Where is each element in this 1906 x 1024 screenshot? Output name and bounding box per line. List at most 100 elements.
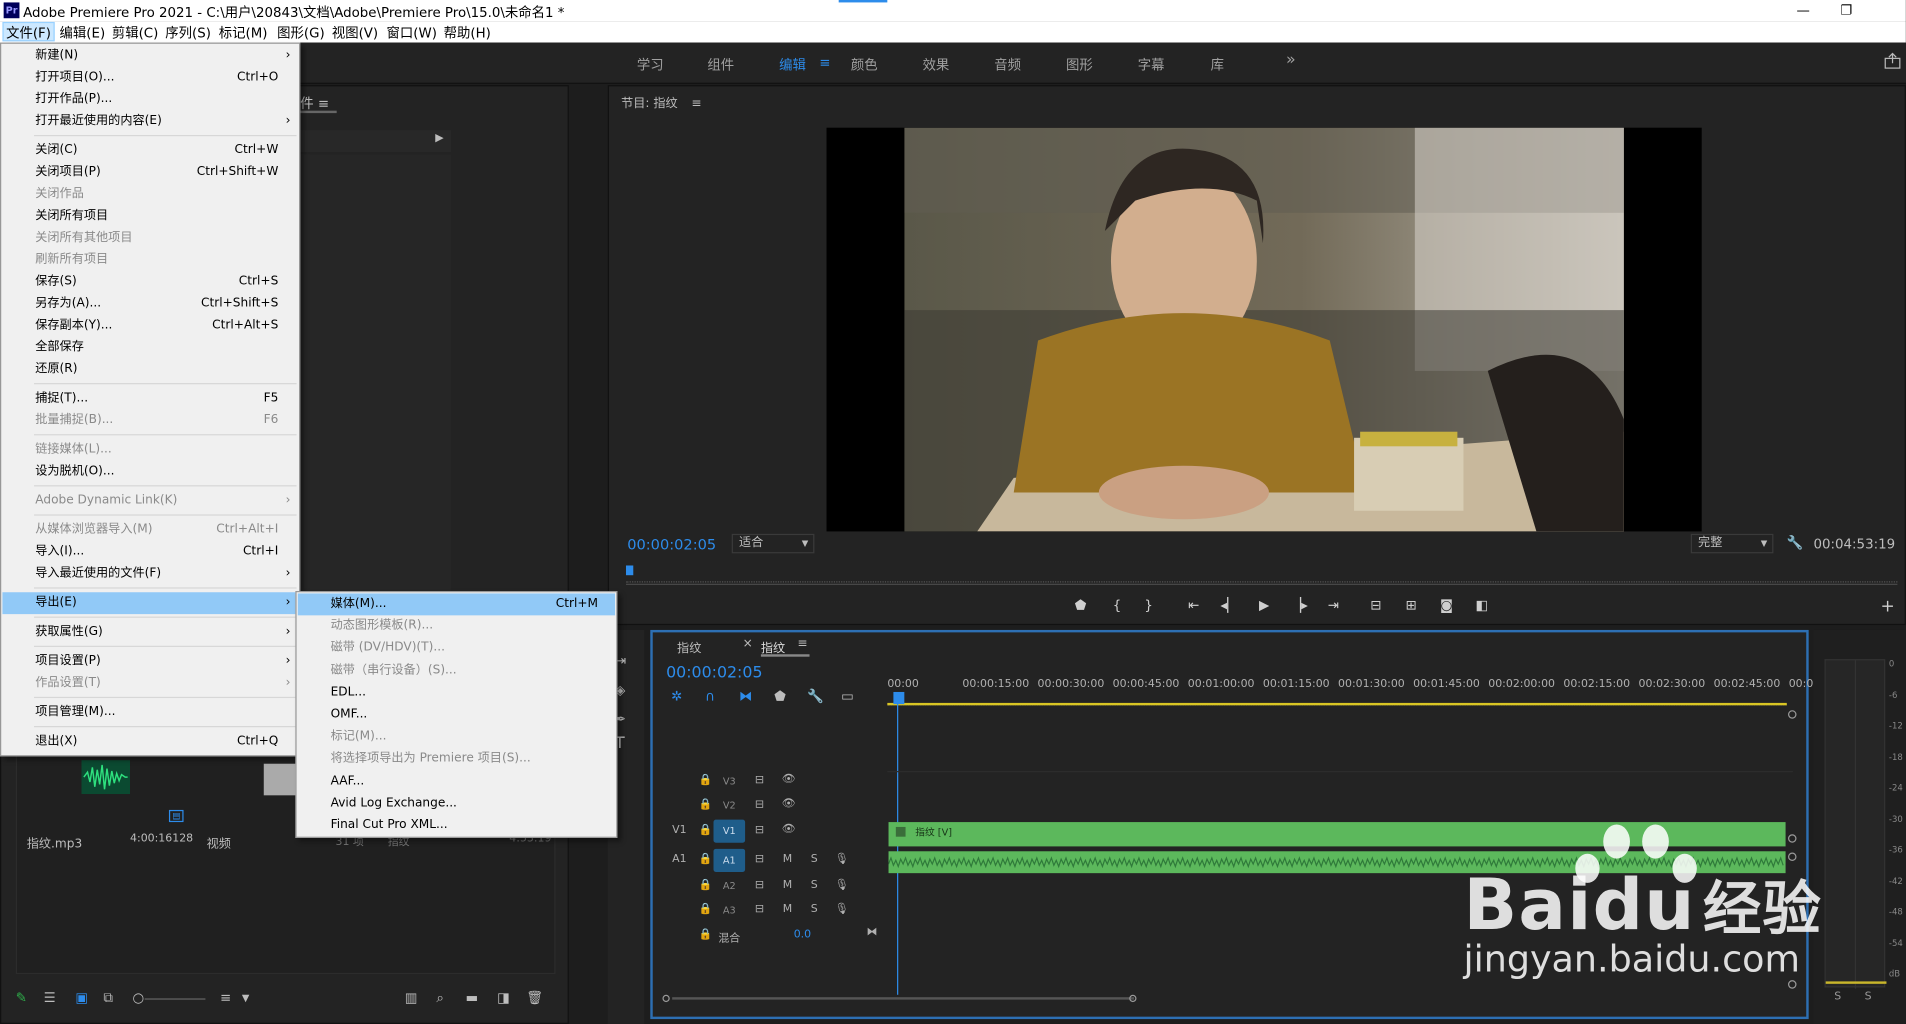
captions-icon[interactable]: ▭ [841,689,854,705]
workspace-more-icon[interactable]: » [1286,51,1296,69]
zoom-slider[interactable]: ○ [132,991,144,1006]
icon-view-icon[interactable]: ▣ [75,991,88,1006]
expand-arrow-icon[interactable]: ▶ [435,133,443,145]
solo-button[interactable]: S [811,879,818,891]
fit-select[interactable]: 适合 ▼ [731,533,815,554]
menu-help[interactable]: 帮助(H) [441,23,493,42]
timeline-tab-inactive[interactable]: 指纹 [677,637,701,655]
file-menu-item[interactable]: 项目设置(P) › [2,651,297,673]
export-menu-item[interactable]: EDL... [298,682,615,704]
solo-right-button[interactable]: S [1865,991,1872,1003]
file-menu-item[interactable]: 保存(S) Ctrl+S [2,271,297,293]
minimize-icon[interactable]: — [1797,2,1810,18]
lift-icon[interactable]: ⊟ [1366,597,1385,613]
sync-lock-icon[interactable]: ⊟ [755,775,764,787]
monitor-playhead[interactable] [625,565,634,576]
scroll-handle-right[interactable] [1129,994,1137,1003]
playhead-timecode[interactable]: 00:00:02:05 [627,536,716,553]
sync-lock-icon[interactable]: ⊟ [755,799,764,811]
file-menu-item[interactable]: 导入最近使用的文件(F) › [2,563,297,585]
nest-icon[interactable]: ✲ [671,689,682,705]
track-source-patch[interactable]: A1 [672,854,686,866]
lock-icon[interactable]: 🔒 [699,904,713,916]
solo-left-button[interactable]: S [1834,991,1841,1003]
timeline-ruler[interactable]: 00:00 00:00:15:00 00:00:30:00 00:00:45:00 00… [887,679,1820,696]
play-icon[interactable]: ▶ [1254,597,1273,613]
workspace-libraries[interactable]: 库 [1211,55,1224,74]
track-target-v3[interactable]: V3 [713,770,745,793]
export-menu-item[interactable]: 将选择项导出为 Premiere 项目(S)... [298,748,615,770]
file-menu-item[interactable]: 关闭项目(P) Ctrl+Shift+W [2,162,297,184]
step-forward-icon[interactable]: ▕▸ [1290,597,1309,613]
menu-graphics[interactable]: 图形(G) [275,23,327,42]
item-name[interactable]: 视频 [207,833,231,851]
file-menu-item[interactable]: 刷新所有项目 [2,249,297,271]
monitor-menu-icon[interactable]: ≡ [691,97,701,110]
compare-view-icon[interactable]: ◧ [1472,597,1491,613]
sync-lock-icon[interactable]: ⊟ [755,854,764,866]
workspace-menu-icon[interactable]: ≡ [819,55,830,71]
file-menu-item[interactable]: 关闭作品 [2,184,297,206]
file-menu-item[interactable]: 全部保存 [2,337,297,359]
go-to-in-icon[interactable]: ⇤ [1184,597,1203,613]
monitor-ruler[interactable] [625,570,1898,583]
file-menu-item[interactable]: 链接媒体(L)... [2,439,297,461]
track-target-a1[interactable]: A1 [713,848,746,872]
menu-file[interactable]: 文件(F) [2,21,55,42]
add-marker-icon[interactable]: ⬟ [774,689,786,705]
new-item-icon[interactable]: ◨ [497,991,510,1006]
go-to-out-icon[interactable]: ⇥ [1324,597,1343,613]
menu-sequence[interactable]: 序列(S) [163,23,214,42]
eye-icon[interactable]: 👁 [782,773,796,785]
file-menu-item[interactable]: 关闭所有其他项目 [2,227,297,249]
project-tab-menu-icon[interactable]: ≡ [318,96,329,112]
menu-clip[interactable]: 剪辑(C) [109,23,160,42]
new-bin-icon[interactable]: ▬ [466,991,479,1006]
pencil-icon[interactable]: ✎ [16,991,27,1006]
sync-lock-icon[interactable]: ⊟ [755,825,764,837]
file-menu-item[interactable]: 打开最近使用的内容(E) › [2,111,297,133]
file-menu-item[interactable]: 打开项目(O)... Ctrl+O [2,67,297,89]
mute-button[interactable]: M [783,854,792,866]
restore-icon[interactable]: ❐ [1840,2,1852,18]
step-back-icon[interactable]: ◂▏ [1219,597,1238,613]
track-target-v1[interactable]: V1 [713,819,746,843]
mute-button[interactable]: M [783,904,792,916]
menu-window[interactable]: 窗口(W) [384,23,439,42]
track-target-a2[interactable]: A2 [713,874,745,897]
menu-edit[interactable]: 编辑(E) [57,23,108,42]
wrench-icon[interactable]: 🔧 [1787,536,1804,551]
timeline-timecode[interactable]: 00:00:02:05 [666,664,762,682]
export-menu-item[interactable]: 动态图形模板(R)... [298,616,615,638]
microphone-icon[interactable]: 🎙 [835,904,849,916]
automate-icon[interactable]: ▥ [405,991,418,1006]
chevron-down-icon[interactable]: ▼ [242,991,249,1006]
quality-select[interactable]: 完整 ▼ [1690,533,1774,554]
file-menu-item[interactable]: 项目管理(M)... [2,702,297,724]
lock-icon[interactable]: 🔒 [699,879,713,891]
item-name[interactable]: 指纹.mp3 [27,833,82,851]
workspace-color[interactable]: 颜色 [851,55,878,74]
file-menu-item[interactable]: 从媒体浏览器导入(M) Ctrl+Alt+I [2,519,297,541]
workspace-effects[interactable]: 效果 [923,55,950,74]
sort-icon[interactable]: ≡ [220,991,231,1006]
file-menu-item[interactable]: 设为脱机(O)... [2,461,297,483]
linked-selection-icon[interactable]: ⧓ [739,689,752,705]
track-target-v2[interactable]: V2 [713,794,745,817]
export-menu-item[interactable]: 磁带 (DV/HDV)(T)... [298,638,615,660]
export-menu-item[interactable]: Avid Log Exchange... [298,793,615,815]
project-tab[interactable]: 件 [300,96,313,112]
file-menu-item[interactable]: 另存为(A)... Ctrl+Shift+S [2,293,297,315]
workspace-editing[interactable]: 编辑 [779,55,806,74]
eye-icon[interactable]: 👁 [782,823,796,835]
timeline-playhead-handle[interactable] [893,691,905,705]
mark-in-icon[interactable]: { [1107,597,1126,613]
file-menu-item[interactable]: 还原(R) [2,359,297,381]
workspace-audio[interactable]: 音频 [994,55,1021,74]
menu-view[interactable]: 视图(V) [329,23,380,42]
lock-icon[interactable]: 🔒 [699,775,713,787]
file-menu-item[interactable]: 作品设置(T) › [2,673,297,695]
mute-button[interactable]: M [783,879,792,891]
solo-button[interactable]: S [811,904,818,916]
export-menu-item[interactable]: 磁带（串行设备）(S)... [298,660,615,682]
